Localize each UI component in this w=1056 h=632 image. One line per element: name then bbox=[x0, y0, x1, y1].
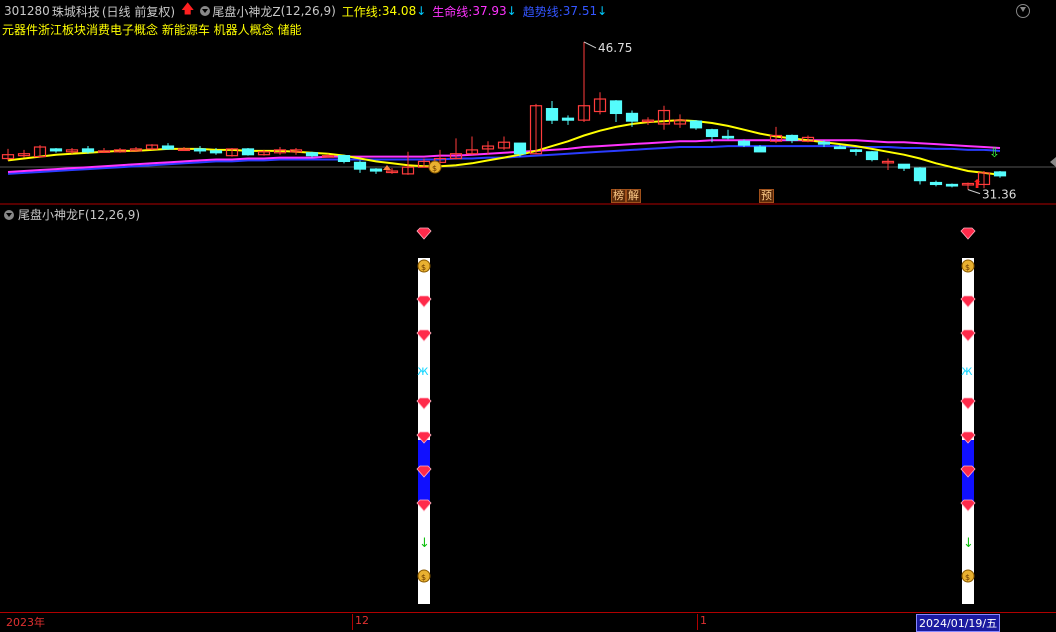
x-axis: 2023年 12 1 2024/01/19/五 bbox=[0, 612, 1056, 632]
current-date: 2024/01/19/五 bbox=[916, 614, 1001, 632]
high-label: 46.75 bbox=[598, 41, 632, 55]
candle-body bbox=[545, 108, 559, 121]
candle-body bbox=[737, 140, 751, 146]
buy-arrow-icon: ⬆ bbox=[972, 177, 982, 191]
diamond-icon bbox=[416, 227, 432, 240]
scroll-right-icon bbox=[1050, 157, 1056, 167]
x-label-12: 12 bbox=[352, 614, 369, 630]
money-bag-symbol: $ bbox=[965, 573, 970, 582]
signal-column bbox=[962, 258, 974, 604]
butterfly-icon: ж bbox=[417, 364, 429, 379]
candle-body bbox=[49, 148, 63, 152]
candle-body bbox=[305, 152, 319, 157]
candle-body bbox=[721, 135, 735, 139]
candle-body bbox=[561, 117, 575, 121]
candle-body bbox=[337, 155, 351, 163]
candle-body bbox=[161, 145, 175, 150]
candle-body bbox=[993, 171, 1007, 177]
candle-body bbox=[353, 161, 367, 170]
candle-body bbox=[865, 151, 879, 161]
money-bag-symbol: $ bbox=[421, 263, 426, 272]
x-label-2023: 2023年 bbox=[6, 616, 45, 629]
candle-body bbox=[209, 150, 223, 154]
signal-column bbox=[418, 258, 430, 604]
candle-body bbox=[689, 120, 703, 129]
x-label-1: 1 bbox=[697, 614, 707, 630]
down-arrow-icon: ↓ bbox=[419, 536, 430, 551]
candle-body bbox=[81, 148, 95, 153]
high-pointer bbox=[583, 41, 597, 49]
candle-body bbox=[625, 112, 639, 122]
candle-body bbox=[785, 134, 799, 141]
money-bag-symbol: $ bbox=[421, 573, 426, 582]
candle-body bbox=[833, 146, 847, 150]
candle-body bbox=[753, 146, 767, 153]
candle-body bbox=[193, 148, 207, 152]
candle-body bbox=[817, 141, 831, 145]
candle-body bbox=[897, 163, 911, 169]
candle-body bbox=[849, 149, 863, 152]
sell-arrow-icon: ⇩ bbox=[989, 146, 1000, 161]
down-arrow-icon: ↓ bbox=[963, 536, 974, 551]
candle-body bbox=[705, 129, 719, 138]
candle-body bbox=[241, 148, 255, 156]
candle-body bbox=[513, 142, 527, 155]
butterfly-icon: ж bbox=[961, 364, 973, 379]
diamond-icon bbox=[960, 227, 976, 240]
candle-body bbox=[913, 167, 927, 182]
low-label: 31.36 bbox=[982, 188, 1016, 202]
money-bag-symbol: $ bbox=[432, 164, 437, 173]
candle-body bbox=[945, 183, 959, 187]
candlestick-chart[interactable]: 46.75 31.36 ⇩ ⬆ $ $ ж ↓ $ $ ж ↓ $ bbox=[0, 0, 1056, 612]
money-bag-symbol: $ bbox=[965, 263, 970, 272]
candle-body bbox=[609, 100, 623, 115]
candle-body bbox=[929, 181, 943, 186]
candle-body bbox=[369, 168, 383, 172]
